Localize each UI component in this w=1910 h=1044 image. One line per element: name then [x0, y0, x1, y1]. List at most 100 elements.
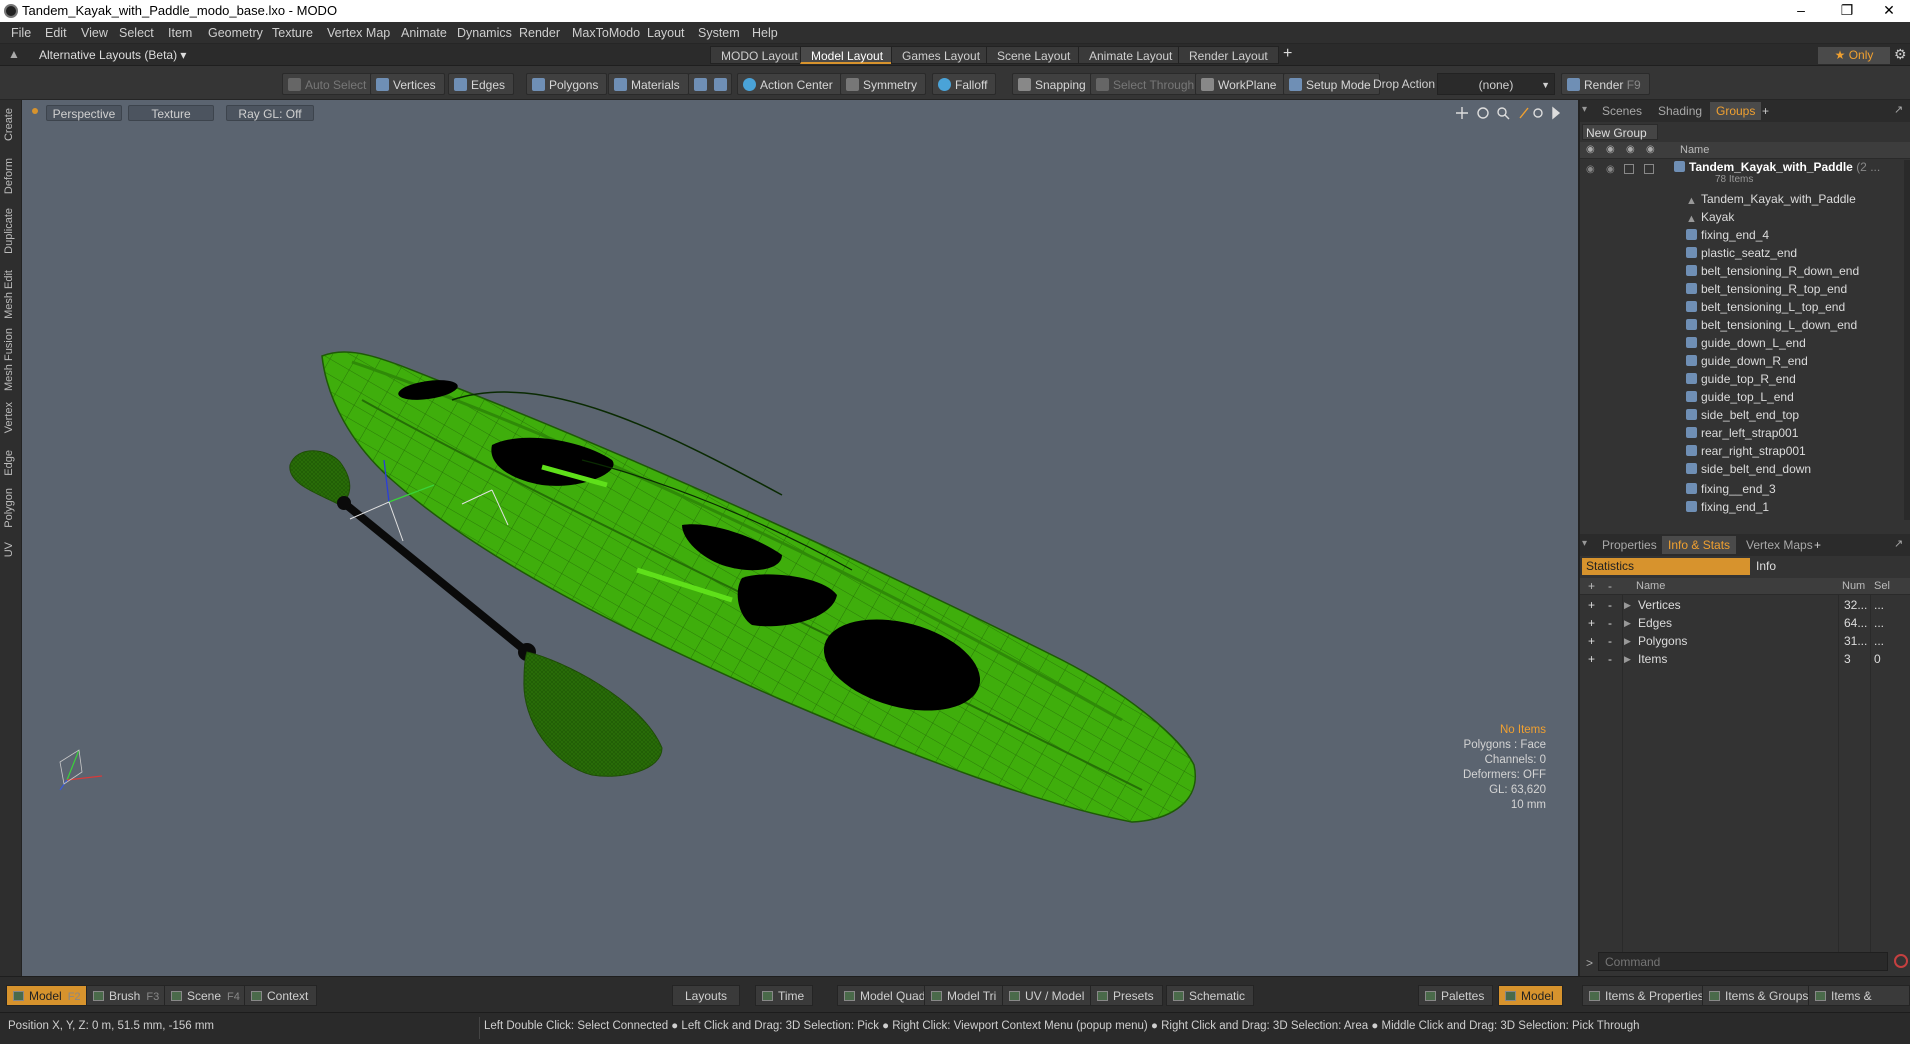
schematic-button[interactable]: Schematic [1166, 985, 1255, 1006]
drop-action-select[interactable]: (none) ▼ [1437, 73, 1555, 95]
list-item[interactable]: side_belt_end_down [1580, 460, 1904, 478]
visibility-toggle-icon[interactable]: ◉ [1586, 164, 1595, 175]
groups-scrollbar[interactable] [1904, 160, 1910, 520]
items-properties-button[interactable]: Items & Properties [1582, 985, 1713, 1006]
setup-mode-button[interactable]: Setup Mode [1283, 73, 1380, 95]
menu-vertex-map[interactable]: Vertex Map [327, 26, 390, 40]
layouts-button[interactable]: Layouts [672, 985, 741, 1006]
select-checkbox[interactable] [1624, 164, 1634, 174]
tab-vertex[interactable]: Vertex [3, 402, 19, 433]
expand-all-icon[interactable]: + [1588, 579, 1595, 593]
materials-button[interactable]: Materials [608, 73, 689, 95]
list-item[interactable]: guide_down_R_end [1580, 352, 1904, 370]
minus-icon[interactable]: - [1608, 632, 1612, 650]
expand-panel-icon[interactable]: ↗ [1894, 537, 1903, 550]
edges-button[interactable]: Edges [448, 73, 515, 95]
list-item[interactable]: guide_top_R_end [1580, 370, 1904, 388]
3d-viewport[interactable]: Perspective Texture Ray GL: Off No Items… [22, 100, 1578, 976]
tab-groups[interactable]: Groups [1710, 102, 1762, 120]
selection-sets-button[interactable] [688, 73, 732, 95]
tab-mesh-edit[interactable]: Mesh Edit [3, 270, 19, 319]
tab-edge[interactable]: Edge [3, 450, 19, 476]
expand-arrow-icon[interactable]: ▶ [1624, 632, 1631, 650]
menu-file[interactable]: File [11, 26, 31, 40]
group-root-row[interactable]: ◉ ◉ Tandem_Kayak_with_Paddle (2 ... 78 I… [1580, 160, 1904, 190]
render-button[interactable]: Render F9 [1561, 73, 1650, 95]
restore-button[interactable]: ❐ [1824, 0, 1870, 22]
expand-arrow-icon[interactable]: ▶ [1624, 596, 1631, 614]
plus-icon[interactable]: + [1588, 650, 1595, 668]
items-shading-button[interactable]: Items & Shading [1808, 985, 1910, 1024]
menu-system[interactable]: System [698, 26, 740, 40]
falloff-button[interactable]: Falloff [932, 73, 997, 95]
tab-duplicate[interactable]: Duplicate [3, 208, 19, 254]
alternative-layouts-dropdown[interactable]: Alternative Layouts (Beta) ▾ [39, 48, 186, 62]
list-item[interactable]: belt_tensioning_R_top_end [1580, 280, 1904, 298]
menu-dynamics[interactable]: Dynamics [457, 26, 512, 40]
tab-mesh-fusion[interactable]: Mesh Fusion [3, 328, 19, 391]
minus-icon[interactable]: - [1608, 614, 1612, 632]
add-panel-tab-button[interactable]: + [1808, 536, 1827, 554]
expand-arrow-icon[interactable]: ▶ [1624, 650, 1631, 668]
list-item[interactable]: belt_tensioning_L_top_end [1580, 298, 1904, 316]
menu-item[interactable]: Item [168, 26, 192, 40]
workplane-button[interactable]: WorkPlane [1195, 73, 1286, 95]
list-item[interactable]: belt_tensioning_R_down_end [1580, 262, 1904, 280]
list-item[interactable]: belt_tensioning_L_down_end [1580, 316, 1904, 334]
select-column-icon[interactable]: ◉ [1626, 144, 1635, 155]
brush-mode-button[interactable]: Brush F3 [86, 985, 169, 1006]
vertices-button[interactable]: Vertices [370, 73, 445, 95]
tab-polygon[interactable]: Polygon [3, 488, 19, 528]
menu-texture[interactable]: Texture [272, 26, 313, 40]
plus-icon[interactable]: + [1588, 632, 1595, 650]
tab-properties[interactable]: Properties [1596, 536, 1663, 554]
lock-icon[interactable]: ◉ [1606, 144, 1615, 155]
minus-icon[interactable]: - [1608, 596, 1612, 614]
list-item[interactable]: rear_left_strap001 [1580, 424, 1904, 442]
eye-icon[interactable]: ◉ [1586, 144, 1595, 155]
command-input[interactable] [1598, 952, 1888, 971]
tab-vertex-maps[interactable]: Vertex Maps [1740, 536, 1819, 554]
stats-row-polygons[interactable]: + - ▶ Polygons 31... ... [1580, 632, 1904, 650]
model-tri-button[interactable]: Model Tri [924, 985, 1006, 1006]
menu-maxtomodo[interactable]: MaxToModo [572, 26, 640, 40]
list-item[interactable]: guide_top_L_end [1580, 388, 1904, 406]
uv-model-button[interactable]: UV / Model [1002, 985, 1094, 1006]
add-panel-tab-button[interactable]: + [1756, 102, 1775, 120]
layout-up-icon[interactable]: ▲ [8, 47, 20, 61]
render-column-icon[interactable]: ◉ [1646, 144, 1655, 155]
tab-modo-layout[interactable]: MODO Layout [710, 46, 809, 64]
items-groups-button[interactable]: Items & Groups [1702, 985, 1818, 1006]
context-button[interactable]: Context [244, 985, 318, 1006]
tab-animate-layout[interactable]: Animate Layout [1078, 46, 1184, 64]
panel-menu-icon[interactable]: ▾ [1582, 104, 1587, 115]
lock-toggle-icon[interactable]: ◉ [1606, 164, 1615, 175]
collapse-all-icon[interactable]: - [1608, 579, 1612, 593]
render-checkbox[interactable] [1644, 164, 1654, 174]
stats-row-vertices[interactable]: + - ▶ Vertices 32... ... [1580, 596, 1904, 614]
symmetry-button[interactable]: Symmetry [840, 73, 926, 95]
menu-select[interactable]: Select [119, 26, 154, 40]
expand-panel-icon[interactable]: ↗ [1894, 103, 1903, 116]
tab-deform[interactable]: Deform [3, 158, 19, 194]
presets-button[interactable]: Presets [1090, 985, 1163, 1006]
expand-arrow-icon[interactable]: ▶ [1624, 614, 1631, 632]
close-button[interactable]: ✕ [1866, 0, 1910, 22]
new-group-button[interactable]: New Group [1582, 124, 1658, 140]
plus-icon[interactable]: + [1588, 614, 1595, 632]
menu-animate[interactable]: Animate [401, 26, 447, 40]
list-item[interactable]: guide_down_L_end [1580, 334, 1904, 352]
list-item[interactable]: fixing__end_3 [1580, 480, 1904, 498]
minimize-button[interactable]: – [1778, 0, 1824, 22]
snapping-button[interactable]: Snapping [1012, 73, 1095, 95]
tab-shading[interactable]: Shading [1652, 102, 1708, 120]
tab-uv[interactable]: UV [3, 542, 19, 557]
model-mode-button[interactable]: Model F2 [6, 985, 90, 1006]
list-item[interactable]: rear_right_strap001 [1580, 442, 1904, 460]
menu-layout[interactable]: Layout [647, 26, 685, 40]
statistics-subtab[interactable]: Statistics [1582, 558, 1750, 575]
scene-mode-button[interactable]: Scene F4 [164, 985, 249, 1006]
stats-row-items[interactable]: + - ▶ Items 3 0 [1580, 650, 1904, 668]
auto-select-button[interactable]: Auto Select [282, 73, 376, 95]
record-icon[interactable] [1894, 954, 1908, 968]
